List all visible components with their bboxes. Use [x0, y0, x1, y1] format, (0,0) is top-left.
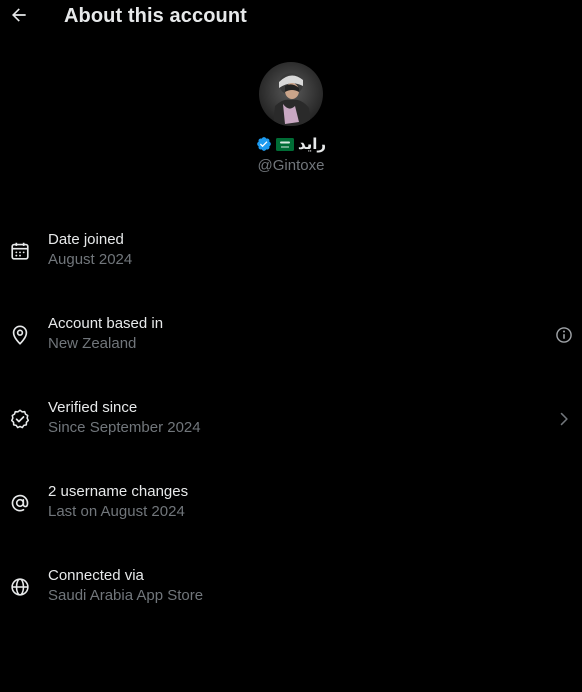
profile-summary: رايد @Gintoxe — [0, 62, 582, 174]
detail-value: Last on August 2024 — [48, 503, 185, 520]
detail-label: Account based in — [48, 315, 164, 332]
back-button[interactable] — [6, 2, 32, 28]
verified-check-icon — [10, 409, 30, 429]
handle: @Gintoxe — [257, 157, 325, 174]
arrow-left-icon — [12, 8, 26, 22]
avatar[interactable] — [259, 62, 323, 126]
detail-value: New Zealand — [48, 335, 137, 352]
detail-label: Verified since — [48, 399, 138, 416]
display-name: رايد — [297, 135, 327, 153]
detail-label: 2 username changes — [48, 483, 189, 500]
name-row: رايد — [0, 134, 582, 154]
saudi-arabia-flag-icon — [275, 137, 294, 151]
detail-username-changes: 2 username changes Last on August 2024 — [0, 482, 582, 530]
globe-icon — [11, 578, 29, 596]
detail-value: Since September 2024 — [48, 419, 201, 436]
at-sign-icon — [11, 494, 29, 512]
detail-value: Saudi Arabia App Store — [48, 587, 204, 604]
detail-label: Date joined — [48, 231, 124, 248]
calendar-icon — [11, 242, 29, 260]
detail-account-based-in: Account based in New Zealand — [0, 314, 582, 362]
info-icon[interactable] — [554, 325, 574, 345]
detail-verified-since[interactable]: Verified since Since September 2024 — [0, 398, 582, 446]
detail-label: Connected via — [48, 567, 144, 584]
avatar-image — [259, 62, 323, 126]
header-bar: About this account — [0, 0, 582, 36]
detail-connected-via: Connected via Saudi Arabia App Store — [0, 566, 582, 614]
page-title: About this account — [64, 5, 247, 27]
verified-badge-icon — [256, 136, 272, 152]
location-pin-icon — [12, 325, 28, 345]
detail-value: August 2024 — [48, 251, 133, 268]
detail-date-joined: Date joined August 2024 — [0, 230, 582, 278]
chevron-right-icon[interactable] — [554, 409, 574, 429]
